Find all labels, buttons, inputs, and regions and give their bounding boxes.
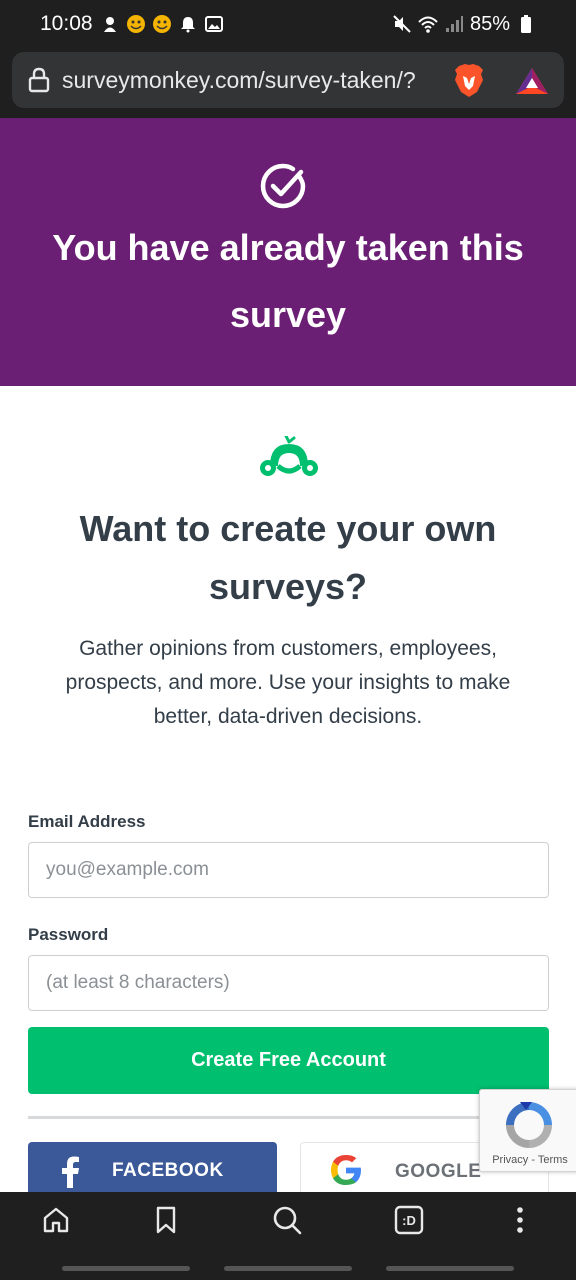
- system-icons: 85%: [392, 12, 536, 36]
- recaptcha-icon: [506, 1102, 552, 1148]
- bell-icon: [181, 17, 195, 33]
- notification-icons: [100, 12, 224, 36]
- tabs-count: :D: [402, 1213, 416, 1228]
- image-icon: [205, 16, 223, 32]
- gesture-handle: [62, 1266, 190, 1271]
- promo-title: Want to create your own surveys?: [79, 508, 497, 607]
- google-label: GOOGLE: [395, 1161, 482, 1182]
- brave-shields-icon[interactable]: [453, 62, 485, 98]
- address-bar[interactable]: surveymonkey.com/survey-taken/?: [12, 52, 564, 108]
- browser-bottom-nav: :D: [0, 1192, 576, 1280]
- password-input[interactable]: [28, 955, 549, 1011]
- password-label: Password: [28, 925, 109, 944]
- more-menu-icon[interactable]: [504, 1204, 536, 1236]
- recaptcha-badge[interactable]: Privacy - Terms: [479, 1089, 576, 1172]
- recaptcha-privacy-terms[interactable]: Privacy - Terms: [480, 1154, 576, 1166]
- tabs-button[interactable]: :D: [393, 1204, 425, 1236]
- brave-rewards-icon[interactable]: [514, 66, 550, 96]
- status-time: 10:08: [40, 12, 93, 35]
- bookmark-icon[interactable]: [150, 1204, 182, 1236]
- battery-icon: [521, 15, 531, 33]
- emoji-icon: [153, 15, 171, 33]
- gesture-handle: [386, 1266, 514, 1271]
- gesture-handle: [224, 1266, 352, 1271]
- facebook-label: FACEBOOK: [112, 1160, 224, 1181]
- signal-icon: [445, 16, 463, 32]
- banner-title: You have already taken this survey: [52, 227, 524, 335]
- email-input[interactable]: [28, 842, 549, 898]
- url-text[interactable]: surveymonkey.com/survey-taken/?: [62, 67, 447, 94]
- email-label: Email Address: [28, 812, 146, 831]
- mute-icon: [393, 15, 411, 33]
- tabs-icon: :D: [394, 1205, 424, 1235]
- notification-app-icon: [104, 17, 116, 32]
- create-free-account-button[interactable]: Create Free Account: [28, 1027, 549, 1094]
- emoji-icon: [127, 15, 145, 33]
- browser-toolbar: surveymonkey.com/survey-taken/?: [0, 48, 576, 118]
- facebook-icon: [62, 1156, 79, 1188]
- status-bar: 10:08 85%: [0, 0, 576, 48]
- google-icon: [331, 1154, 361, 1185]
- page: 10:08 85% surveymonkey.com/survey-taken/…: [0, 0, 576, 1280]
- wifi-icon: [418, 16, 438, 33]
- home-icon[interactable]: [40, 1204, 72, 1236]
- promo-description: Gather opinions from customers, employee…: [65, 637, 511, 728]
- battery-level: 85%: [469, 12, 510, 35]
- lock-icon[interactable]: [28, 67, 50, 93]
- survey-taken-banner: You have already taken this survey: [0, 118, 576, 386]
- search-icon[interactable]: [271, 1204, 303, 1236]
- check-circle-icon: [260, 163, 306, 209]
- surveymonkey-logo-icon: [260, 436, 318, 476]
- divider: [28, 1116, 549, 1119]
